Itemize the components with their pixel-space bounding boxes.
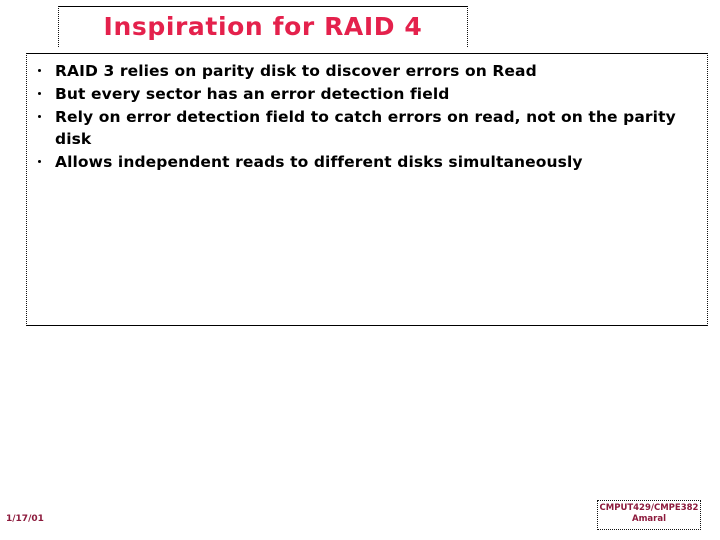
bullet-dot-icon	[38, 92, 41, 95]
bullet-text: But every sector has an error detection …	[55, 85, 450, 103]
bullet-dot-icon	[38, 115, 41, 118]
list-item: Allows independent reads to different di…	[27, 151, 703, 173]
list-item: Rely on error detection field to catch e…	[27, 106, 703, 150]
footer-author-label: Amaral	[631, 514, 666, 524]
list-item: But every sector has an error detection …	[27, 83, 703, 105]
footer-date: 1/17/01	[6, 514, 44, 524]
bullet-dot-icon	[38, 69, 41, 72]
bullet-list: RAID 3 relies on parity disk to discover…	[27, 60, 703, 173]
footer-course-label: CMPUT429/CMPE382	[599, 503, 699, 513]
page-title: Inspiration for RAID 4	[103, 12, 423, 41]
bullet-text: Allows independent reads to different di…	[55, 153, 583, 171]
footer-credit-placeholder[interactable]: CMPUT429/CMPE382 Amaral	[597, 500, 701, 530]
list-item: RAID 3 relies on parity disk to discover…	[27, 60, 703, 82]
slide-canvas: Inspiration for RAID 4 RAID 3 relies on …	[0, 0, 720, 540]
bullet-text: Rely on error detection field to catch e…	[55, 108, 676, 148]
bullet-text: RAID 3 relies on parity disk to discover…	[55, 62, 537, 80]
title-placeholder[interactable]: Inspiration for RAID 4	[58, 6, 468, 47]
content-placeholder[interactable]: RAID 3 relies on parity disk to discover…	[26, 53, 708, 326]
bullet-dot-icon	[38, 160, 41, 163]
